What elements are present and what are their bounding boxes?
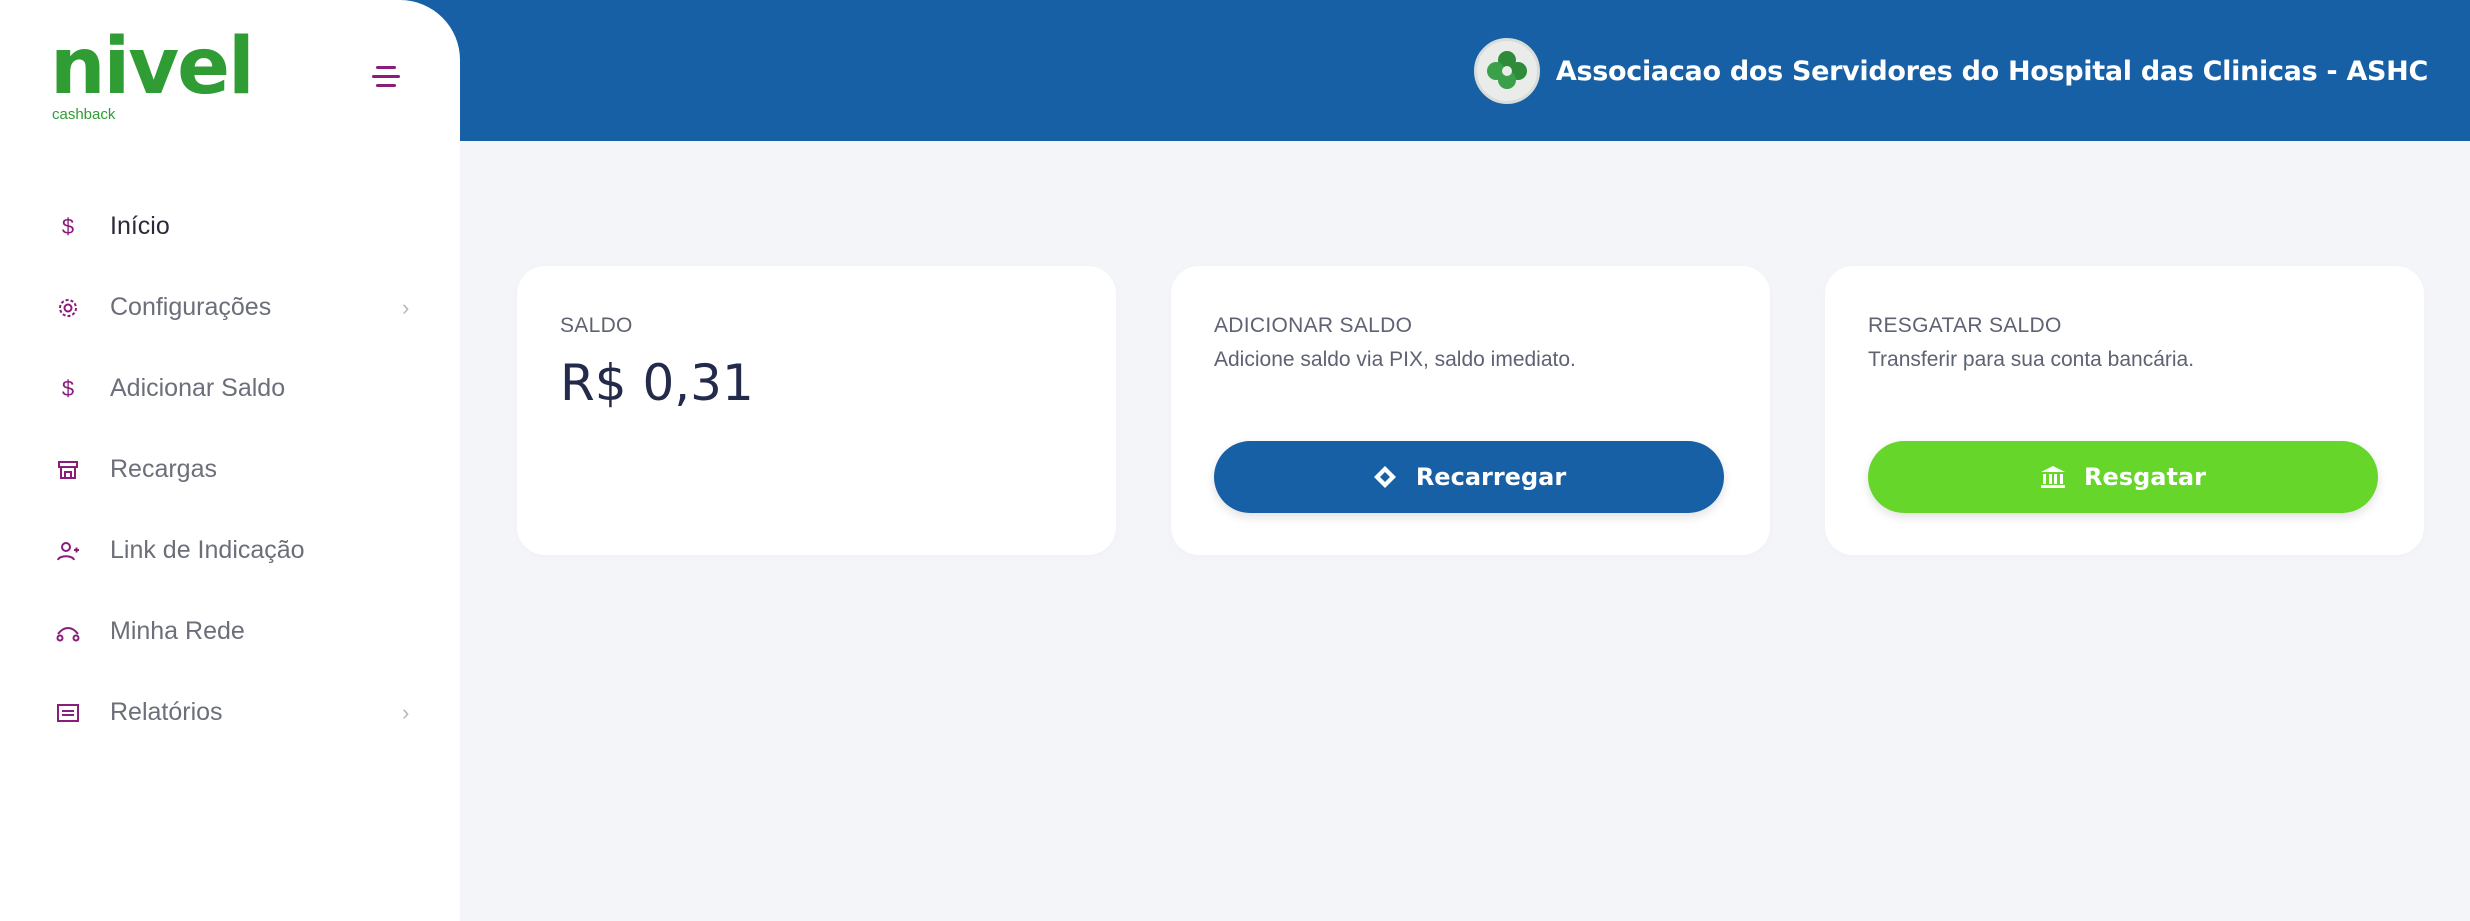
sidebar-item-label: Relatórios (110, 698, 223, 726)
brand-name: nivel (50, 22, 255, 112)
sidebar-item-label: Minha Rede (110, 617, 245, 645)
dollar-icon: $ (61, 213, 75, 239)
balance-title: SALDO (560, 314, 633, 337)
recharge-button-label: Recarregar (1415, 463, 1567, 491)
sidebar-item-link-indicacao[interactable]: Link de Indicação (0, 510, 460, 591)
sidebar-item-relatorios[interactable]: Relatórios › (0, 672, 460, 753)
sidebar-item-label: Adicionar Saldo (110, 374, 286, 402)
sidebar-item-label: Início (110, 212, 170, 240)
organization-info: Associacao dos Servidores do Hospital da… (1473, 38, 2428, 104)
bank-icon (2040, 464, 2066, 490)
withdraw-subtitle: Transferir para sua conta bancária. (1868, 348, 2195, 371)
chevron-right-icon: › (402, 699, 410, 725)
sidebar-menu: $ Início Configurações › $ Adicionar Sal… (0, 186, 460, 753)
dollar-icon: $ (61, 375, 75, 401)
store-icon (56, 458, 80, 482)
network-icon (56, 620, 80, 644)
sidebar-item-label: Recargas (110, 455, 217, 483)
recharge-button[interactable]: Recarregar (1214, 441, 1724, 513)
pix-icon (1372, 464, 1398, 490)
brand-logo[interactable]: nivel cashback (50, 22, 255, 123)
user-add-icon (56, 539, 80, 563)
sidebar-item-recargas[interactable]: Recargas (0, 429, 460, 510)
clover-logo-icon (1473, 38, 1540, 104)
balance-card: SALDO R$ 0,31 (517, 266, 1116, 555)
sidebar-item-inicio[interactable]: $ Início (0, 186, 460, 267)
sidebar-item-adicionar-saldo[interactable]: $ Adicionar Saldo (0, 348, 460, 429)
withdraw-button[interactable]: Resgatar (1868, 441, 2378, 513)
withdraw-card: RESGATAR SALDO Transferir para sua conta… (1825, 266, 2424, 555)
organization-name: Associacao dos Servidores do Hospital da… (1555, 55, 2428, 87)
add-balance-subtitle: Adicione saldo via PIX, saldo imediato. (1214, 348, 1576, 371)
chevron-right-icon: › (402, 294, 410, 320)
brand-tagline: cashback (52, 106, 116, 123)
balance-value: R$ 0,31 (560, 354, 754, 412)
sidebar: nivel cashback $ Início Configurações › … (0, 0, 460, 921)
sidebar-item-label: Link de Indicação (110, 536, 305, 564)
add-balance-card: ADICIONAR SALDO Adicione saldo via PIX, … (1171, 266, 1770, 555)
add-balance-title: ADICIONAR SALDO (1214, 314, 1413, 337)
sidebar-item-minha-rede[interactable]: Minha Rede (0, 591, 460, 672)
gear-icon (56, 296, 80, 320)
menu-toggle-icon[interactable] (372, 66, 400, 88)
report-icon (56, 701, 80, 725)
sidebar-item-configuracoes[interactable]: Configurações › (0, 267, 460, 348)
withdraw-button-label: Resgatar (2084, 463, 2206, 491)
withdraw-title: RESGATAR SALDO (1868, 314, 2062, 337)
sidebar-item-label: Configurações (110, 293, 272, 321)
